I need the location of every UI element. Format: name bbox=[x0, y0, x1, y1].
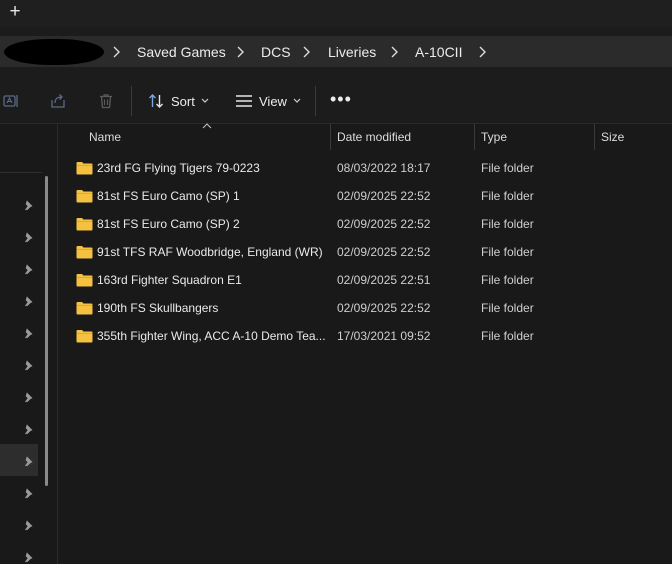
file-name: 190th FS Skullbangers bbox=[97, 301, 219, 315]
column-resize-handle[interactable] bbox=[474, 124, 475, 150]
toolbar-divider bbox=[131, 86, 132, 116]
column-header-name[interactable]: Name bbox=[89, 130, 121, 144]
pin-icon[interactable] bbox=[23, 455, 35, 467]
file-name: 81st FS Euro Camo (SP) 1 bbox=[97, 189, 240, 203]
column-resize-handle[interactable] bbox=[594, 124, 595, 150]
sort-ascending-icon bbox=[202, 123, 212, 129]
file-type: File folder bbox=[481, 329, 534, 343]
share-icon[interactable] bbox=[49, 92, 67, 110]
file-row[interactable]: 23rd FG Flying Tigers 79-0223 08/03/2022… bbox=[59, 154, 672, 182]
breadcrumb-dcs[interactable]: DCS bbox=[261, 43, 291, 61]
file-date: 02/09/2025 22:51 bbox=[337, 273, 431, 287]
column-header-date[interactable]: Date modified bbox=[337, 130, 411, 144]
breadcrumb-saved-games[interactable]: Saved Games bbox=[137, 43, 226, 61]
pin-icon[interactable] bbox=[23, 327, 35, 339]
file-date: 02/09/2025 22:52 bbox=[337, 189, 431, 203]
chevron-down-icon bbox=[293, 98, 301, 103]
column-header-size[interactable]: Size bbox=[601, 130, 624, 144]
file-type: File folder bbox=[481, 189, 534, 203]
redacted-path-segment bbox=[4, 39, 104, 65]
breadcrumb[interactable]: Saved Games DCS Liveries A-10CII bbox=[0, 36, 672, 67]
more-options-button[interactable]: ••• bbox=[330, 90, 352, 108]
folder-icon bbox=[76, 246, 93, 259]
file-name: 355th Fighter Wing, ACC A-10 Demo Tea... bbox=[97, 329, 326, 343]
file-row[interactable]: 190th FS Skullbangers 02/09/2025 22:52 F… bbox=[59, 294, 672, 322]
chevron-down-icon bbox=[201, 98, 209, 103]
toolbar-divider bbox=[315, 86, 316, 116]
folder-icon bbox=[76, 190, 93, 203]
chevron-right-icon[interactable] bbox=[235, 44, 245, 60]
pin-icon[interactable] bbox=[23, 359, 35, 371]
column-headers: Name Date modified Type Size bbox=[59, 123, 672, 150]
command-bar: Sort View ••• bbox=[0, 76, 672, 124]
file-name: 91st TFS RAF Woodbridge, England (WR) bbox=[97, 245, 323, 259]
file-type: File folder bbox=[481, 245, 534, 259]
file-row[interactable]: 163rd Fighter Squadron E1 02/09/2025 22:… bbox=[59, 266, 672, 294]
file-row[interactable]: 81st FS Euro Camo (SP) 2 02/09/2025 22:5… bbox=[59, 210, 672, 238]
file-type: File folder bbox=[481, 273, 534, 287]
view-list-icon bbox=[236, 95, 252, 107]
file-row[interactable]: 91st TFS RAF Woodbridge, England (WR) 02… bbox=[59, 238, 672, 266]
breadcrumb-liveries[interactable]: Liveries bbox=[328, 43, 376, 61]
chevron-right-icon[interactable] bbox=[301, 44, 311, 60]
chevron-right-icon[interactable] bbox=[389, 44, 399, 60]
column-header-type[interactable]: Type bbox=[481, 130, 507, 144]
file-name: 163rd Fighter Squadron E1 bbox=[97, 273, 242, 287]
delete-icon[interactable] bbox=[97, 92, 115, 110]
file-name: 81st FS Euro Camo (SP) 2 bbox=[97, 217, 240, 231]
pin-icon[interactable] bbox=[23, 519, 35, 531]
file-date: 02/09/2025 22:52 bbox=[337, 245, 431, 259]
file-row[interactable]: 81st FS Euro Camo (SP) 1 02/09/2025 22:5… bbox=[59, 182, 672, 210]
nav-divider bbox=[0, 172, 42, 173]
nav-scrollbar[interactable] bbox=[45, 176, 48, 486]
file-date: 02/09/2025 22:52 bbox=[337, 217, 431, 231]
pin-icon[interactable] bbox=[23, 231, 35, 243]
chevron-right-icon[interactable] bbox=[111, 44, 121, 60]
chevron-right-icon[interactable] bbox=[477, 44, 487, 60]
breadcrumb-a-10cii[interactable]: A-10CII bbox=[415, 43, 462, 61]
sort-label: Sort bbox=[171, 93, 195, 109]
column-resize-handle[interactable] bbox=[330, 124, 331, 150]
file-type: File folder bbox=[481, 217, 534, 231]
pin-icon[interactable] bbox=[23, 263, 35, 275]
pin-icon[interactable] bbox=[23, 487, 35, 499]
view-label: View bbox=[259, 93, 287, 109]
rename-icon[interactable] bbox=[2, 92, 20, 110]
pin-icon[interactable] bbox=[23, 423, 35, 435]
file-type: File folder bbox=[481, 301, 534, 315]
folder-icon bbox=[76, 330, 93, 343]
folder-icon bbox=[76, 218, 93, 231]
new-tab-button[interactable]: + bbox=[6, 2, 24, 22]
file-type: File folder bbox=[481, 161, 534, 175]
pin-icon[interactable] bbox=[23, 295, 35, 307]
navigation-pane bbox=[0, 124, 58, 564]
file-date: 02/09/2025 22:52 bbox=[337, 301, 431, 315]
file-name: 23rd FG Flying Tigers 79-0223 bbox=[97, 161, 260, 175]
sort-button[interactable]: Sort bbox=[148, 90, 209, 112]
pin-icon[interactable] bbox=[23, 199, 35, 211]
sort-icon bbox=[149, 94, 163, 108]
file-row[interactable]: 355th Fighter Wing, ACC A-10 Demo Tea...… bbox=[59, 322, 672, 350]
file-date: 17/03/2021 09:52 bbox=[337, 329, 431, 343]
tab-strip: + bbox=[0, 0, 672, 27]
pin-icon[interactable] bbox=[23, 391, 35, 403]
folder-icon bbox=[76, 162, 93, 175]
folder-icon bbox=[76, 274, 93, 287]
file-date: 08/03/2022 18:17 bbox=[337, 161, 431, 175]
pin-icon[interactable] bbox=[23, 551, 35, 563]
address-bar: Saved Games DCS Liveries A-10CII bbox=[0, 27, 672, 76]
folder-icon bbox=[76, 302, 93, 315]
view-button[interactable]: View bbox=[235, 90, 301, 112]
